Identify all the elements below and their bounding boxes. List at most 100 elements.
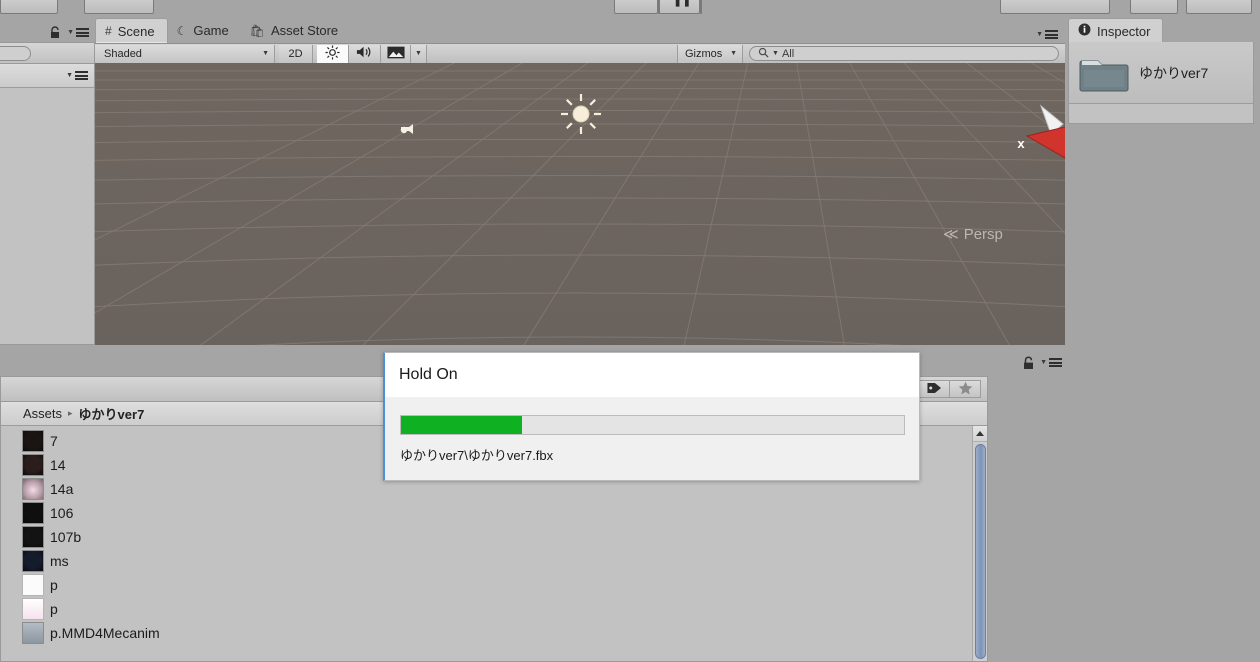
- asset-label: 14: [50, 457, 66, 473]
- project-menu-icon[interactable]: ▼: [1040, 358, 1062, 367]
- inspector-body: ゆかりver7: [1068, 42, 1254, 124]
- inspector-panel: Inspector ゆかりver7: [1068, 17, 1260, 662]
- main-toolbar: ❚❚: [0, 0, 1260, 16]
- favorites-filter-button[interactable]: [950, 380, 981, 398]
- asset-row[interactable]: p: [22, 573, 953, 597]
- asset-label: p: [50, 601, 58, 617]
- search-filter-caret-icon: ▼: [772, 50, 779, 57]
- asset-label: 14a: [50, 481, 74, 497]
- scene-search-value: All: [781, 47, 795, 60]
- asset-row[interactable]: p: [22, 597, 953, 621]
- transform-tools-group[interactable]: [0, 0, 58, 14]
- asset-row[interactable]: p.MMD4Mecanim: [22, 621, 953, 645]
- unity-editor-window: ❚❚ ▼ ▼ # Scene ☾ Game 🛍 Asset Store ▼ Sh…: [0, 0, 1260, 662]
- projection-label: Persp: [963, 225, 1003, 243]
- breadcrumb-root[interactable]: Assets: [23, 406, 62, 421]
- progress-bar-track: [400, 415, 905, 435]
- asset-thumbnail: [22, 622, 44, 644]
- hierarchy-search-row: [0, 42, 95, 64]
- hierarchy-body: ▼: [0, 64, 95, 345]
- star-icon: [958, 381, 973, 398]
- chevron-down-icon: ▼: [730, 50, 737, 57]
- scene-toolbar: Shaded ▼ 2D ▼ Gizmos ▼ ▼ All: [95, 43, 1065, 63]
- lock-icon[interactable]: [49, 26, 61, 39]
- breadcrumb-current[interactable]: ゆかりver7: [79, 404, 145, 423]
- store-icon: 🛍: [249, 23, 265, 38]
- asset-thumbnail: [22, 478, 44, 500]
- tab-scene-label: Scene: [117, 23, 155, 39]
- gizmos-label: Gizmos: [685, 47, 723, 60]
- pivot-tools-group[interactable]: [84, 0, 154, 14]
- asset-thumbnail: [22, 454, 44, 476]
- scene-panel: # Scene ☾ Game 🛍 Asset Store ▼ Shaded ▼ …: [95, 17, 1065, 361]
- project-scrollbar[interactable]: [972, 426, 987, 661]
- project-lock-icon[interactable]: [1022, 356, 1034, 369]
- info-icon: [1078, 23, 1091, 39]
- tag-icon: [926, 381, 942, 398]
- asset-thumbnail: [22, 502, 44, 524]
- asset-label: p: [50, 577, 58, 593]
- scene-search-wrap: Gizmos ▼ ▼ All: [677, 44, 1065, 63]
- play-button[interactable]: [614, 0, 658, 14]
- asset-thumbnail: [22, 550, 44, 572]
- hierarchy-create-menu-icon[interactable]: ▼: [66, 71, 88, 80]
- projection-mode-toggle[interactable]: ≪ Persp: [943, 225, 1003, 244]
- grid-icon: #: [105, 24, 112, 38]
- scrollbar-thumb[interactable]: [975, 444, 986, 659]
- persp-arrow-icon: ≪: [943, 226, 959, 243]
- lighting-toggle-button[interactable]: [317, 44, 349, 63]
- asset-row[interactable]: 107b: [22, 525, 953, 549]
- inspector-selected-name: ゆかりver7: [1139, 64, 1209, 81]
- tab-asset-store[interactable]: 🛍 Asset Store: [241, 18, 350, 43]
- hierarchy-subbar: ▼: [0, 64, 94, 88]
- progress-bar-fill: [401, 416, 522, 434]
- asset-row[interactable]: ms: [22, 549, 953, 573]
- account-button[interactable]: [1130, 0, 1178, 14]
- toggle-2d-button[interactable]: 2D: [279, 44, 313, 63]
- toggle-2d-label: 2D: [288, 47, 303, 60]
- hierarchy-panel: ▼ ▼: [0, 17, 95, 345]
- hierarchy-search-input[interactable]: [0, 45, 31, 61]
- asset-row[interactable]: 106: [22, 501, 953, 525]
- inspector-tabbar: Inspector: [1068, 17, 1260, 43]
- tab-asset-store-label: Asset Store: [270, 23, 339, 38]
- sun-icon: [325, 44, 340, 63]
- hold-on-dialog: Hold On ゆかりver7\ゆかりver7.fbx: [383, 352, 920, 481]
- layout-dropdown[interactable]: [1186, 0, 1252, 14]
- chevron-down-icon: ▼: [262, 50, 269, 57]
- label-filter-button[interactable]: [919, 380, 950, 398]
- effects-dropdown[interactable]: ▼: [411, 44, 427, 63]
- dialog-title: Hold On: [385, 353, 919, 397]
- asset-label: p.MMD4Mecanim: [50, 625, 160, 641]
- tab-inspector[interactable]: Inspector: [1068, 18, 1164, 43]
- chevron-down-icon: ▼: [415, 50, 422, 57]
- gizmos-dropdown[interactable]: Gizmos ▼: [677, 44, 743, 63]
- audio-toggle-button[interactable]: [349, 44, 381, 63]
- effects-toggle-button[interactable]: [381, 44, 411, 63]
- gamepad-icon: ☾: [176, 23, 188, 38]
- tab-scene[interactable]: # Scene: [95, 18, 168, 43]
- asset-label: 107b: [50, 529, 82, 545]
- draw-mode-dropdown[interactable]: Shaded ▼: [95, 44, 275, 63]
- dialog-body: ゆかりver7\ゆかりver7.fbx: [385, 397, 919, 464]
- asset-thumbnail: [22, 430, 44, 452]
- scene-search-input[interactable]: ▼ All: [749, 46, 1059, 61]
- hierarchy-tabbar: ▼: [0, 17, 95, 43]
- folder-icon: [1079, 52, 1129, 94]
- inspector-selection-header: ゆかりver7: [1069, 42, 1253, 104]
- layers-dropdown[interactable]: [1000, 0, 1110, 14]
- asset-thumbnail: [22, 526, 44, 548]
- hierarchy-menu-icon[interactable]: ▼: [67, 28, 89, 37]
- scene-tabbar: # Scene ☾ Game 🛍 Asset Store ▼: [95, 17, 1065, 43]
- scroll-up-button[interactable]: [973, 426, 987, 442]
- asset-label: 7: [50, 433, 58, 449]
- dialog-status-text: ゆかりver7\ゆかりver7.fbx: [400, 448, 554, 463]
- scene-viewport[interactable]: y x z: [95, 63, 1065, 361]
- tab-game[interactable]: ☾ Game: [168, 18, 241, 43]
- speaker-icon: [356, 45, 373, 62]
- asset-thumbnail: [22, 598, 44, 620]
- scene-menu-icon[interactable]: ▼: [1036, 30, 1058, 39]
- asset-label: ms: [50, 553, 69, 569]
- tab-inspector-label: Inspector: [1097, 23, 1151, 39]
- svg-text:x: x: [1017, 136, 1025, 151]
